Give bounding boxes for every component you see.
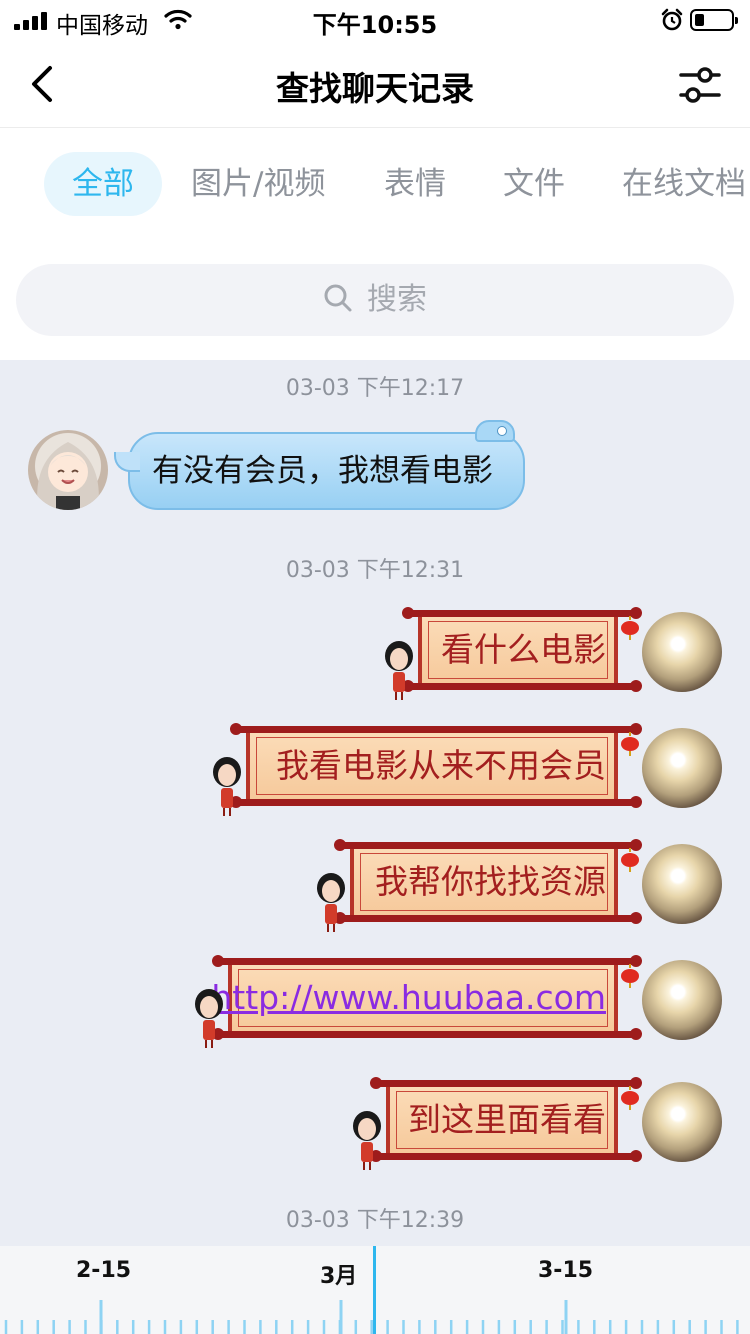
- message-text: 我帮你找找资源: [375, 862, 606, 901]
- page-title: 查找聊天记录: [276, 69, 474, 108]
- alarm-icon: [661, 8, 683, 31]
- outgoing-message-bubble[interactable]: 我看电影从来不用会员: [213, 723, 642, 816]
- timestamp: 03-03 下午12:39: [285, 1208, 465, 1233]
- message-link[interactable]: http://www.huubaa.com: [211, 958, 606, 1038]
- timeline-label: 2-15: [76, 1258, 132, 1283]
- search-input[interactable]: 搜索: [16, 264, 734, 336]
- outgoing-message-bubble[interactable]: 我帮你找找资源: [317, 839, 642, 932]
- message-text: 看什么电影: [441, 630, 606, 669]
- message-text: 到这里面看看: [408, 1100, 606, 1139]
- timeline-label: 3月: [320, 1264, 358, 1289]
- character-sticker-icon: [353, 1111, 381, 1170]
- search-placeholder: 搜索: [367, 282, 427, 317]
- avatar[interactable]: [642, 960, 722, 1040]
- character-sticker-icon: [213, 757, 241, 816]
- avatar[interactable]: [642, 612, 722, 692]
- avatar[interactable]: [28, 430, 108, 510]
- tab-images-videos[interactable]: 图片/视频: [191, 152, 325, 216]
- tab-stickers[interactable]: 表情: [384, 152, 446, 216]
- status-bar: 中国移动 下午10:55: [0, 0, 750, 40]
- timeline-label: 3-15: [538, 1258, 594, 1283]
- message-text: 我看电影从来不用会员: [276, 746, 606, 785]
- avatar[interactable]: [642, 728, 722, 808]
- chat-history-screen: 中国移动 下午10:55 查找聊天记录 全部 图片/视频 表情 文件 在线文档 …: [0, 0, 750, 1334]
- chat-history-list[interactable]: 03-03 下午12:17 有没有会员，我想看电影 03-03 下午12:31 …: [0, 360, 750, 1246]
- timestamp: 03-03 下午12:31: [285, 558, 465, 583]
- avatar[interactable]: [642, 844, 722, 924]
- status-time: 下午10:55: [312, 11, 438, 39]
- tab-all[interactable]: 全部: [44, 152, 162, 216]
- filter-settings-icon[interactable]: [678, 64, 722, 106]
- filter-tabs: 全部 图片/视频 表情 文件 在线文档: [0, 150, 750, 220]
- message-text: 有没有会员，我想看电影: [152, 453, 493, 489]
- outgoing-message-bubble[interactable]: http://www.huubaa.com: [195, 955, 642, 1048]
- incoming-message-bubble[interactable]: 有没有会员，我想看电影: [114, 420, 525, 510]
- timeline-cursor[interactable]: [373, 1246, 376, 1334]
- character-sticker-icon: [195, 989, 223, 1048]
- character-sticker-icon: [317, 873, 345, 932]
- lantern-icon: [621, 848, 639, 872]
- tab-online-docs[interactable]: 在线文档: [622, 152, 746, 216]
- battery-icon: [690, 9, 738, 31]
- date-timeline-scrubber[interactable]: 2-15 3月 3-15: [0, 1246, 750, 1334]
- lantern-icon: [621, 1086, 639, 1110]
- timestamp: 03-03 下午12:17: [285, 376, 465, 401]
- search-icon: [324, 284, 352, 311]
- outgoing-message-bubble[interactable]: 看什么电影: [385, 607, 642, 700]
- character-sticker-icon: [385, 641, 413, 700]
- outgoing-message-bubble[interactable]: 到这里面看看: [353, 1077, 642, 1170]
- avatar-girl-icon: [37, 442, 99, 510]
- lantern-icon: [621, 616, 639, 640]
- nav-bar: 查找聊天记录: [0, 40, 750, 128]
- tab-files[interactable]: 文件: [503, 152, 565, 216]
- lantern-icon: [621, 732, 639, 756]
- avatar[interactable]: [642, 1082, 722, 1162]
- lantern-icon: [621, 964, 639, 988]
